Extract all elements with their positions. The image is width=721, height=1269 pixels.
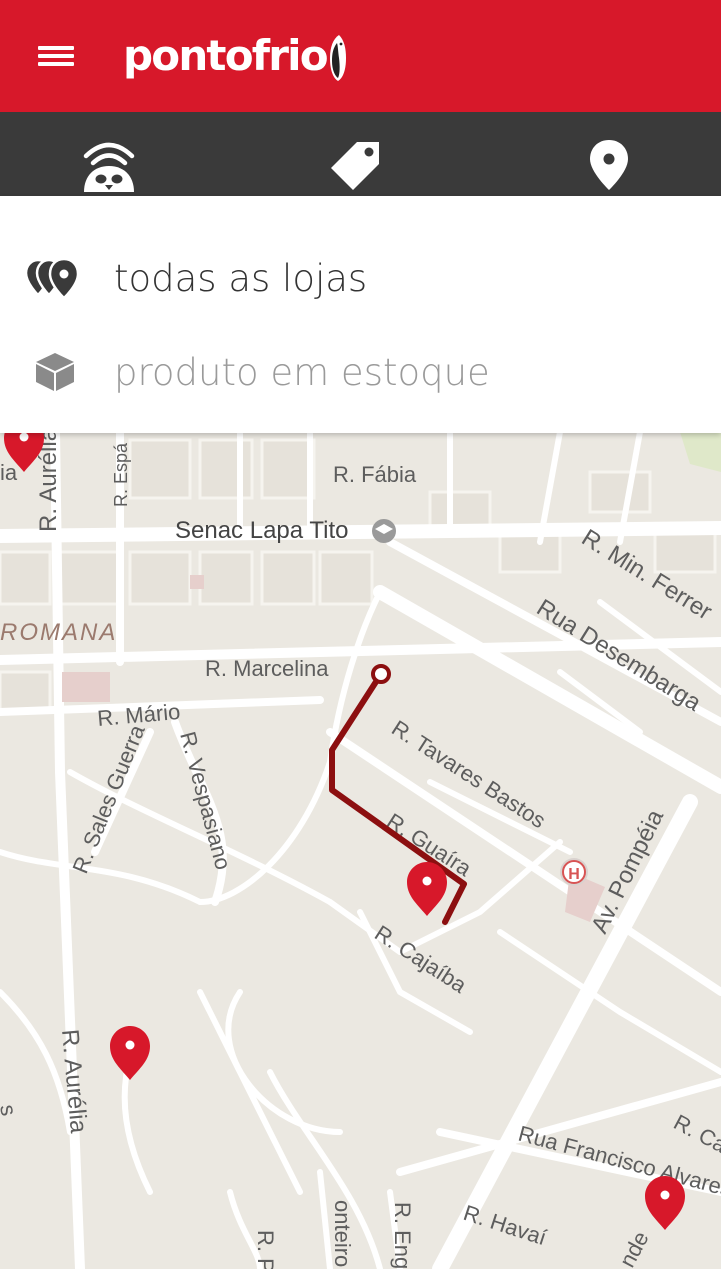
multiple-pins-icon (24, 257, 80, 299)
map-area (190, 575, 204, 589)
neighborhood-label: ROMANA (0, 619, 117, 646)
svg-text:H: H (568, 866, 580, 883)
filter-in-stock[interactable]: produto em estoque (0, 325, 721, 419)
map-pin-icon (590, 140, 628, 190)
filter-all-stores[interactable]: todas as lojas (0, 231, 721, 325)
street-label: R. Marcelina (205, 656, 329, 681)
wifi-penguin-icon (83, 142, 135, 192)
street-label: onteiro (330, 1200, 355, 1267)
store-map[interactable]: H R. Fábia Senac Lapa Tito R. Min. Ferre… (0, 432, 721, 1269)
street-label: R. Espá (111, 442, 131, 507)
route-start-marker (371, 664, 391, 684)
street-label: R. Eng (390, 1202, 415, 1269)
tab-stores[interactable] (549, 112, 669, 196)
brand-name: pontofrio (123, 31, 329, 80)
box-icon (36, 353, 74, 391)
brand-logo[interactable]: pontofrio (123, 26, 346, 86)
street-label: R. Fábia (333, 462, 417, 487)
street-label: ia (0, 460, 18, 485)
map-area (62, 672, 110, 702)
street-label: R. P (253, 1230, 278, 1269)
map-canvas[interactable]: H R. Fábia Senac Lapa Tito R. Min. Ferre… (0, 432, 721, 1269)
hospital-icon[interactable]: H (560, 858, 588, 886)
place-label: Senac Lapa Tito (175, 517, 348, 544)
penguin-logo-icon (329, 35, 346, 81)
filter-all-stores-label: todas as lojas (114, 256, 368, 300)
tab-offers[interactable] (296, 112, 416, 196)
hamburger-menu-icon[interactable] (30, 34, 82, 78)
tab-bar (0, 112, 721, 196)
price-tag-icon (331, 142, 379, 190)
store-filter-panel: todas as lojas produto em estoque (0, 196, 721, 433)
app-bar: pontofrio (0, 0, 721, 112)
tab-wifi-penguin[interactable] (49, 112, 169, 196)
graduation-cap-icon (372, 519, 396, 543)
filter-in-stock-label: produto em estoque (114, 350, 490, 394)
